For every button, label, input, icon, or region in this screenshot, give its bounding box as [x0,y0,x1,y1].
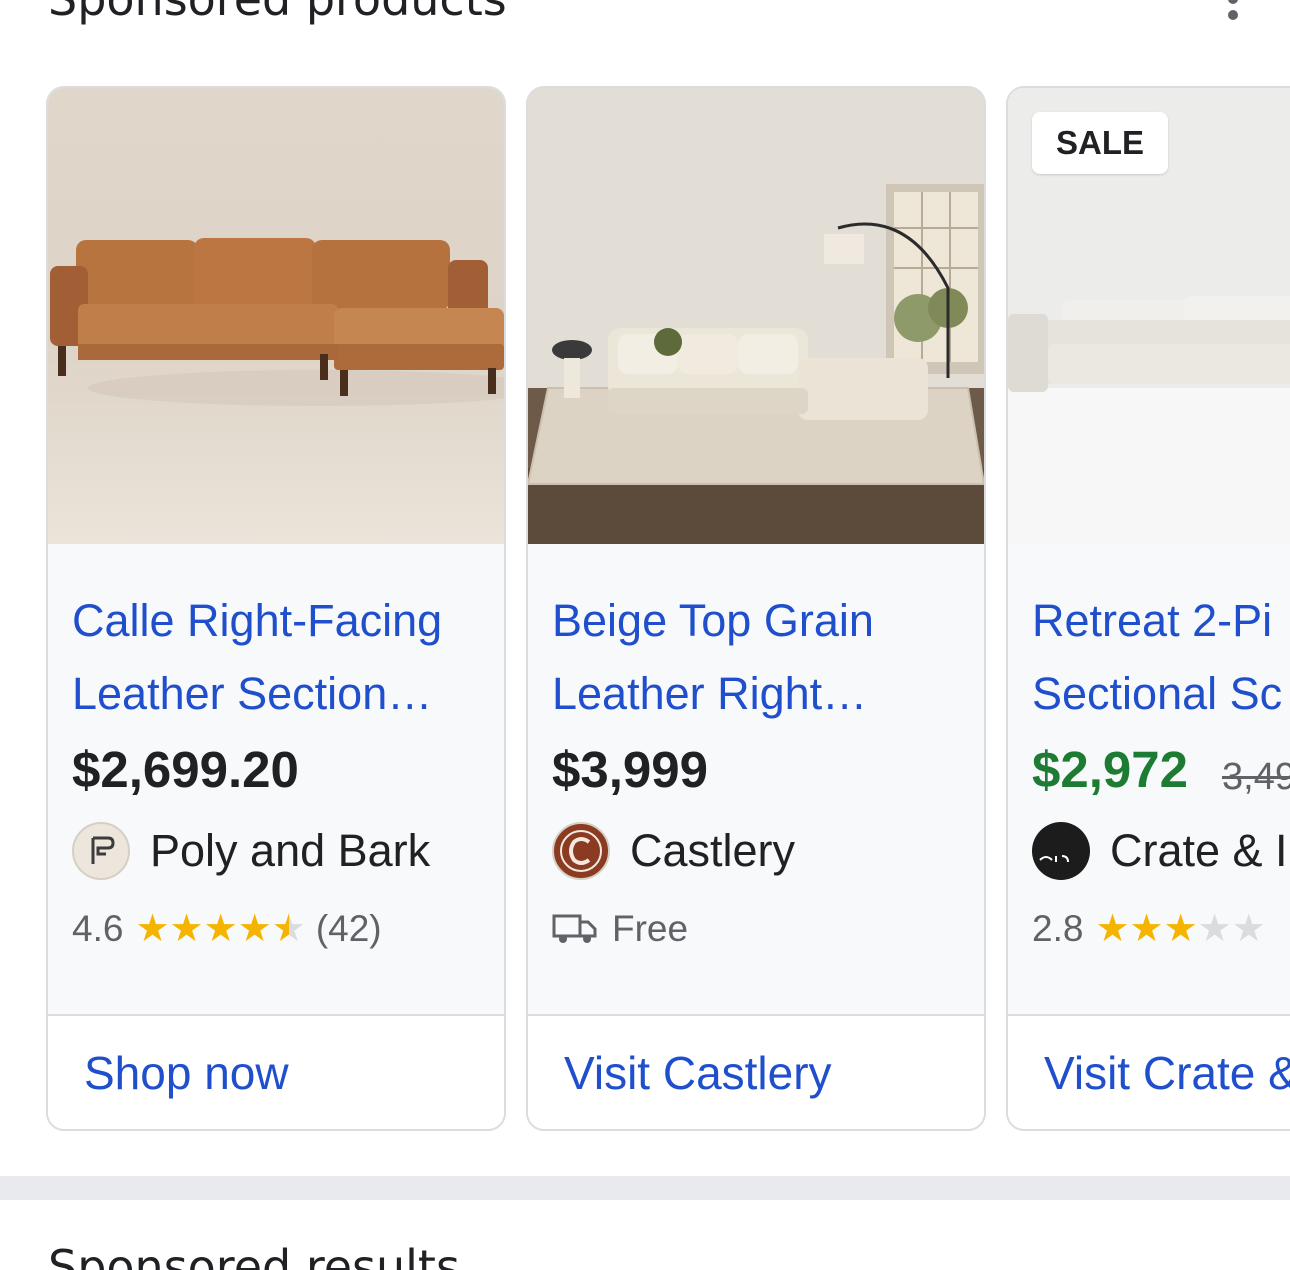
merchant: Crate & I [1032,820,1288,882]
product-carousel[interactable]: Calle Right-Facing Leather Section… $2,6… [0,0,1290,1160]
divider [48,1014,504,1016]
star-rating-icon: ★ ★ ★ ★ ★ [135,908,306,950]
product-title-line: Retreat 2-Pi [1032,595,1273,646]
truck-icon [552,914,597,943]
product-sale-price: $2,972 [1032,741,1188,798]
visit-merchant-link[interactable]: Visit Crate & [1044,1046,1290,1100]
original-price: 3,49 [1222,756,1290,798]
product-image[interactable] [528,88,984,544]
merchant: Castlery [552,820,795,882]
rating: 4.6 ★ ★ ★ ★ ★ (42) [72,908,382,950]
product-info: Calle Right-Facing Leather Section… $2,6… [48,544,504,1014]
product-title-link[interactable]: Beige Top Grain Leather Right… [552,584,972,730]
product-title-line: Sectional Sc [1032,668,1283,719]
product-card[interactable]: Calle Right-Facing Leather Section… $2,6… [46,86,506,1131]
product-title-link[interactable]: Calle Right-Facing Leather Section… [72,584,492,730]
product-price: $2,699.20 [72,741,299,798]
shipping-label: Free [612,908,689,949]
star-rating-icon: ★ ★ ★ ★ ★ [1095,908,1266,950]
merchant-name: Crate & I [1110,825,1288,876]
product-title-line: Leather Right… [552,668,868,719]
visit-merchant-link[interactable]: Visit Castlery [564,1046,832,1100]
rating-value: 4.6 [72,908,124,949]
product-info: Beige Top Grain Leather Right… $3,999 Ca… [528,544,984,1014]
rating-value: 2.8 [1032,908,1084,949]
product-title-line: Beige Top Grain [552,595,874,646]
product-price: $3,999 [552,741,708,798]
review-count: (42) [315,908,382,949]
sale-badge: SALE [1032,112,1169,174]
rating: 2.8 ★ ★ ★ ★ ★ [1032,908,1276,950]
merchant-logo [552,822,610,880]
divider [1008,1014,1290,1016]
product-image[interactable] [48,88,504,544]
merchant-name: Castlery [630,825,796,876]
merchant-logo [1032,822,1090,880]
divider [528,1014,984,1016]
section-divider [0,1176,1290,1200]
product-card[interactable]: Beige Top Grain Leather Right… $3,999 Ca… [526,86,986,1131]
merchant: Poly and Bark [72,820,430,882]
merchant-logo [72,822,130,880]
product-image[interactable]: SALE [1008,88,1290,544]
product-title-line: Calle Right-Facing [72,595,443,646]
shipping: Free [552,908,688,950]
next-section-title: Sponsored results [48,1240,460,1270]
shop-now-link[interactable]: Shop now [84,1046,289,1100]
product-title-link[interactable]: Retreat 2-Pi Sectional Sc [1032,584,1290,730]
product-title-line: Leather Section… [72,668,433,719]
product-info: Retreat 2-Pi Sectional Sc $2,972 3,49 Cr… [1008,544,1290,1014]
product-card[interactable]: SALE Retreat 2-Pi Sectional Sc $2,972 3,… [1006,86,1290,1131]
merchant-name: Poly and Bark [150,825,431,876]
